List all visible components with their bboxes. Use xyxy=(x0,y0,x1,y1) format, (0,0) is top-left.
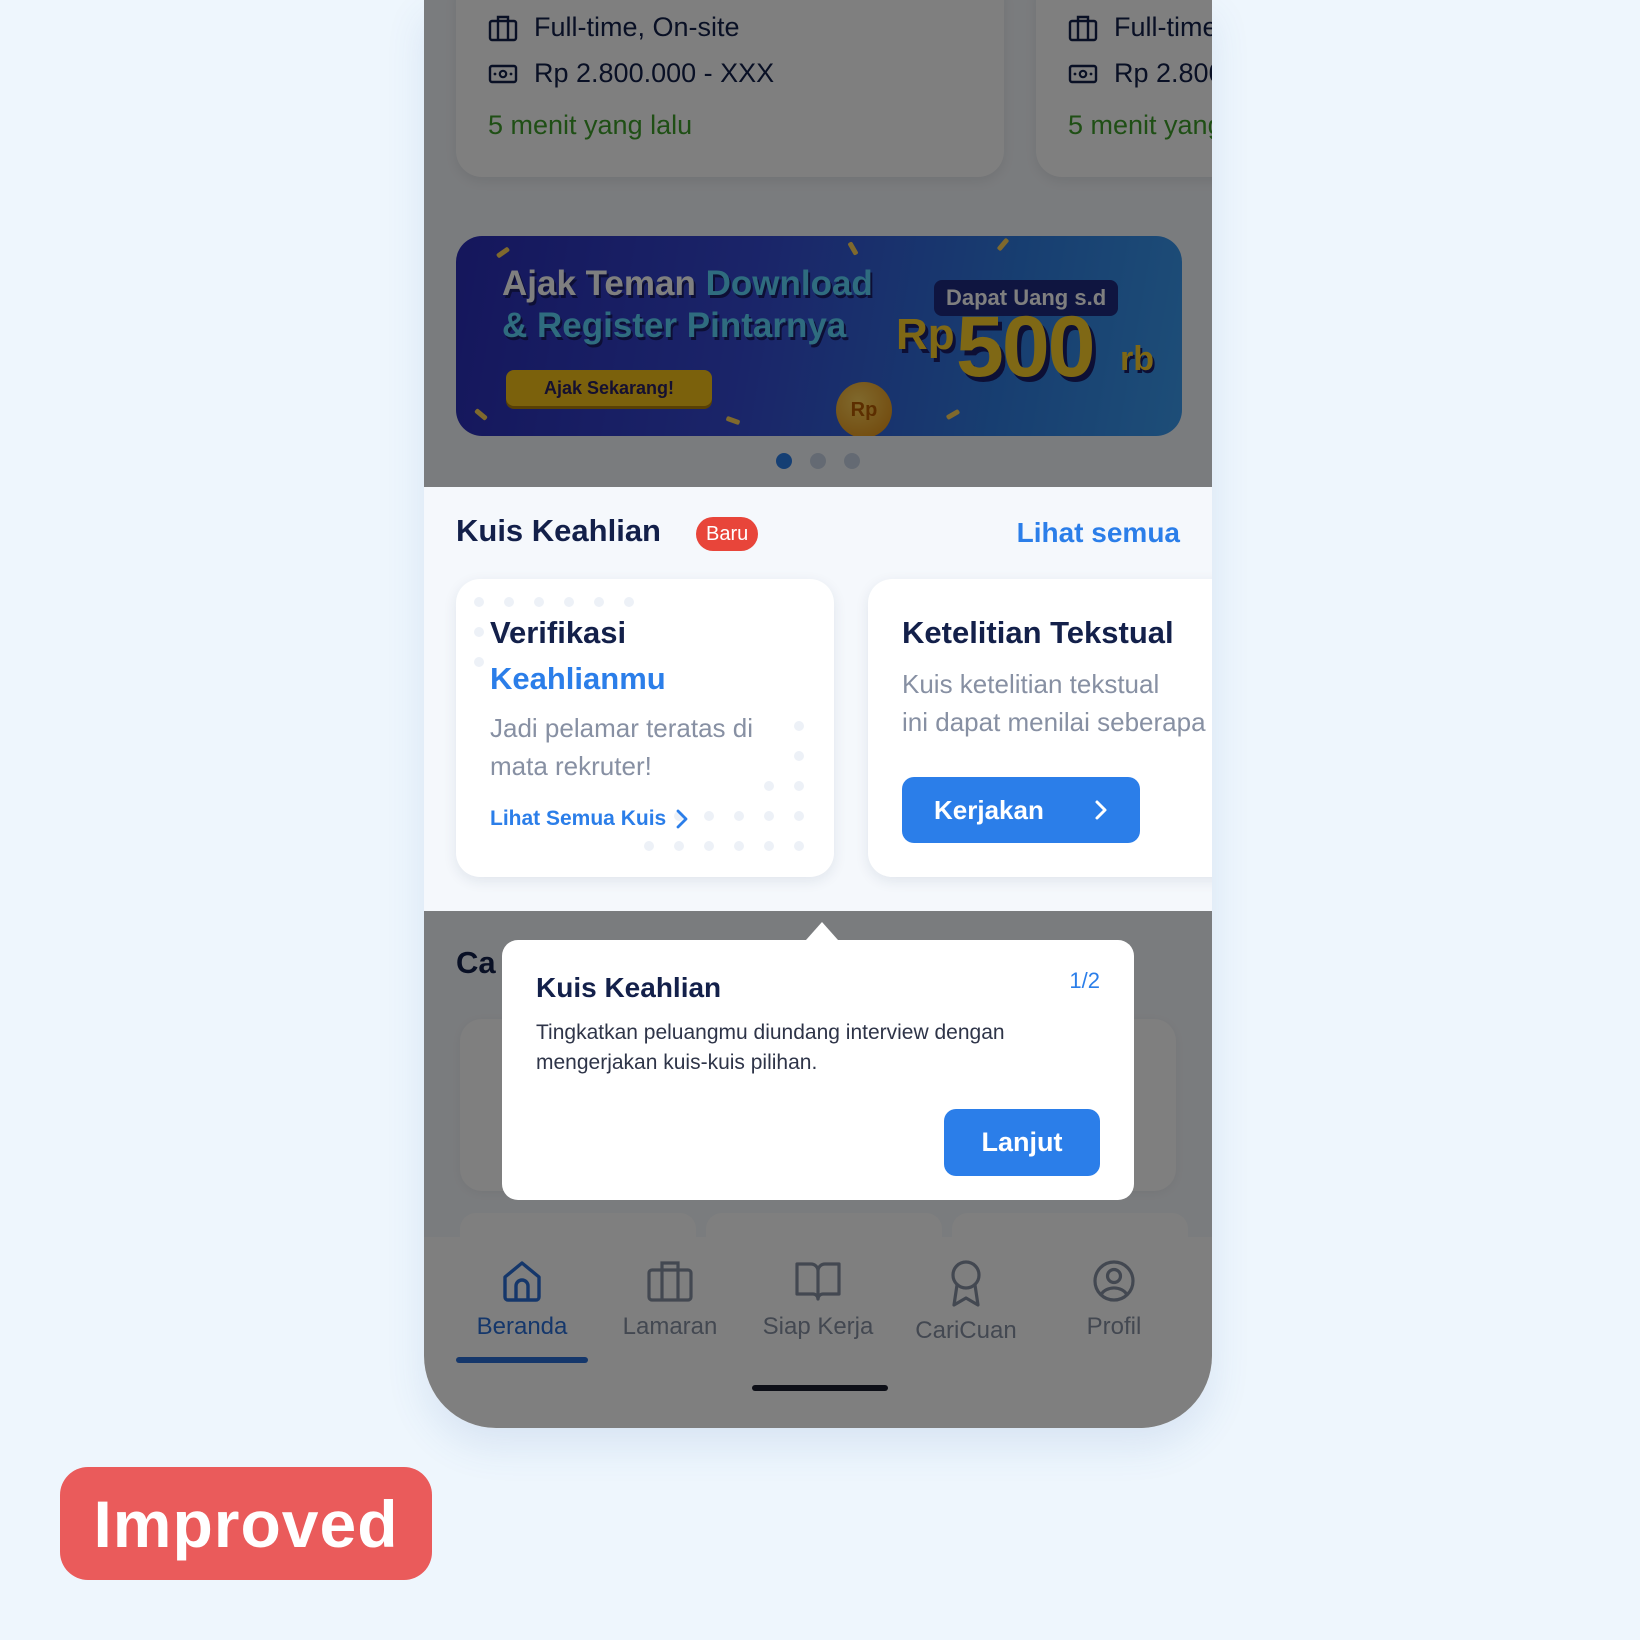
tour-dim-overlay[interactable] xyxy=(424,0,1212,487)
quiz-title: Ketelitian Tekstual xyxy=(902,615,1174,650)
verify-skill-card[interactable]: Verifikasi Keahlianmu Jadi pelamar terat… xyxy=(456,579,834,877)
start-quiz-button[interactable]: Kerjakan xyxy=(902,777,1140,843)
onboarding-tooltip: Kuis Keahlian 1/2 Tingkatkan peluangmu d… xyxy=(502,940,1134,1200)
continue-button[interactable]: Lanjut xyxy=(944,1109,1100,1176)
tooltip-step-counter: 1/2 xyxy=(1069,968,1100,993)
card-title-highlight: Keahlianmu xyxy=(490,661,666,696)
card-description: Jadi pelamar teratas di mata rekruter! xyxy=(490,713,754,781)
chevron-right-icon xyxy=(1095,800,1107,820)
quiz-card-textual[interactable]: Ketelitian Tekstual Kuis ketelitian teks… xyxy=(868,579,1212,877)
improved-label: Improved xyxy=(60,1467,432,1580)
new-badge: Baru xyxy=(696,517,759,551)
see-all-link[interactable]: Lihat semua xyxy=(1017,517,1180,549)
tooltip-body: Tingkatkan peluangmu diundang interview … xyxy=(536,1021,1005,1074)
phone-screen: Full-time, On-site Rp 2.800.000 - XXX 5 … xyxy=(424,0,1212,1428)
see-all-quiz-link[interactable]: Lihat Semua Kuis xyxy=(490,807,688,831)
chevron-right-icon xyxy=(676,809,688,829)
card-title: Verifikasi xyxy=(490,615,627,650)
quiz-description: Kuis ketelitian tekstual ini dapat menil… xyxy=(902,669,1206,737)
tooltip-title: Kuis Keahlian xyxy=(536,972,722,1003)
section-title: Kuis Keahlian xyxy=(456,513,661,548)
quiz-section: Kuis Keahlian Baru Lihat semua Verifikas… xyxy=(424,487,1212,911)
tooltip-arrow xyxy=(806,922,838,940)
